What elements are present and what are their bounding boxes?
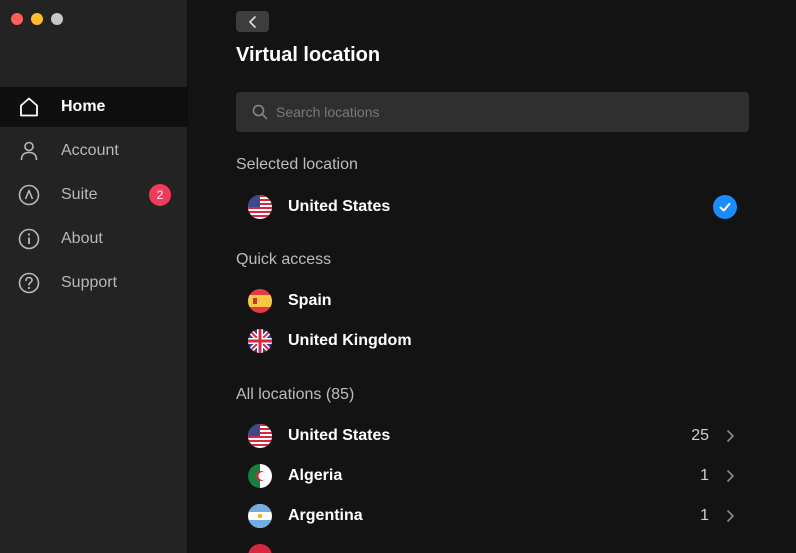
selected-location-heading: Selected location	[236, 156, 358, 173]
algeria-flag-icon	[248, 464, 272, 488]
quick-access-row-uk[interactable]: United Kingdom	[236, 321, 749, 361]
search-icon	[252, 104, 268, 120]
person-icon	[17, 139, 41, 163]
back-button[interactable]	[236, 11, 269, 32]
chevron-right-icon	[727, 510, 734, 522]
close-window-button[interactable]	[11, 13, 23, 25]
country-name: United States	[288, 427, 391, 444]
chevron-left-icon	[248, 15, 256, 28]
checkmark-icon	[713, 195, 737, 219]
country-name: United Kingdom	[288, 332, 412, 349]
sidebar-item-about[interactable]: About	[0, 219, 187, 259]
window-controls	[11, 13, 63, 25]
sidebar-item-suite[interactable]: Suite 2	[0, 175, 187, 215]
sidebar-item-label: Home	[61, 98, 106, 115]
question-icon	[17, 271, 41, 295]
home-icon	[17, 95, 41, 119]
quick-access-heading: Quick access	[236, 251, 332, 268]
chevron-right-icon	[727, 470, 734, 482]
quick-access-row-spain[interactable]: Spain	[236, 281, 749, 321]
all-locations-heading: All locations (85)	[236, 386, 355, 403]
sidebar-item-home[interactable]: Home	[0, 87, 187, 127]
us-flag-icon	[248, 195, 272, 219]
main-content: Virtual location Selected location Unite…	[188, 0, 796, 553]
flag-icon	[248, 544, 272, 553]
server-count: 1	[700, 467, 709, 484]
sidebar-item-account[interactable]: Account	[0, 131, 187, 171]
sidebar-item-label: Suite	[61, 186, 98, 203]
sidebar-item-label: Support	[61, 274, 118, 291]
location-row-partial[interactable]	[236, 536, 749, 553]
info-icon	[17, 227, 41, 251]
argentina-flag-icon	[248, 504, 272, 528]
sidebar-item-label: Account	[61, 142, 119, 159]
country-name: Argentina	[288, 507, 363, 524]
location-row-argentina[interactable]: Argentina 1	[236, 496, 749, 536]
suite-icon	[17, 183, 41, 207]
app-window: Home Account Suite 2 About Support Virtu…	[0, 0, 796, 553]
spain-flag-icon	[248, 289, 272, 313]
selected-location-row[interactable]: United States	[236, 187, 749, 227]
country-name: United States	[288, 198, 391, 215]
chevron-right-icon	[727, 430, 734, 442]
server-count: 1	[700, 507, 709, 524]
country-name: Algeria	[288, 467, 343, 484]
uk-flag-icon	[248, 329, 272, 353]
search-box[interactable]	[236, 92, 749, 132]
us-flag-icon	[248, 424, 272, 448]
country-name: Spain	[288, 292, 332, 309]
sidebar: Home Account Suite 2 About Support	[0, 0, 188, 553]
page-title: Virtual location	[236, 44, 381, 66]
server-count: 25	[691, 427, 709, 444]
minimize-window-button[interactable]	[31, 13, 43, 25]
sidebar-nav: Home Account Suite 2 About Support	[0, 87, 187, 307]
zoom-window-button[interactable]	[51, 13, 63, 25]
sidebar-item-label: About	[61, 230, 103, 247]
notification-badge: 2	[149, 184, 171, 206]
sidebar-item-support[interactable]: Support	[0, 263, 187, 303]
location-row-algeria[interactable]: Algeria 1	[236, 456, 749, 496]
search-input[interactable]	[276, 104, 736, 120]
location-row-united-states[interactable]: United States 25	[236, 416, 749, 456]
